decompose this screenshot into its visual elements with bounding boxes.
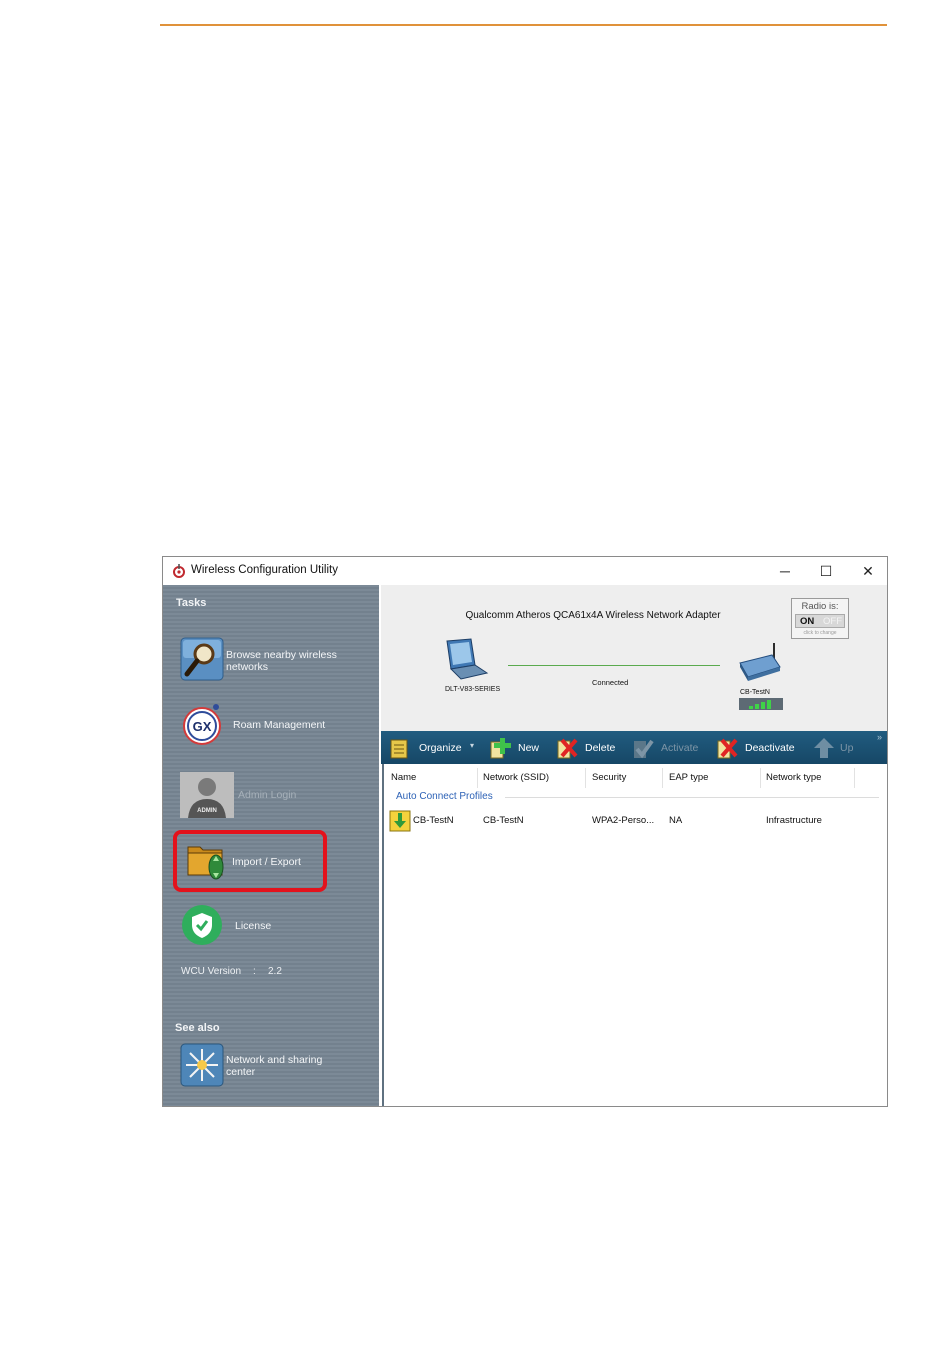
wcu-window: Wireless Configuration Utility ─ ☐ ✕ Tas… <box>162 556 888 1107</box>
deactivate-label: Deactivate <box>745 742 795 754</box>
radio-off: OFF <box>823 616 842 627</box>
tasks-header: Tasks <box>176 597 207 609</box>
column-header-network-type[interactable]: Network type <box>766 772 821 783</box>
radio-on: ON <box>800 616 815 627</box>
delete-button[interactable]: Delete <box>556 736 624 760</box>
profile-active-icon <box>389 810 411 832</box>
network-sharing-label-1: Network and sharing <box>226 1054 323 1066</box>
laptop-label: DLT-V83-SERIES <box>445 686 501 693</box>
up-button[interactable]: Up <box>813 736 863 760</box>
version-value: 2.2 <box>268 966 282 977</box>
column-header-security[interactable]: Security <box>592 772 626 783</box>
profile-list: Name Network (SSID) Security EAP type Ne… <box>382 764 887 1106</box>
column-separator <box>477 768 478 788</box>
profile-toolbar: Organize ▾ New Delete Activate Deactivat… <box>381 731 887 764</box>
laptop-icon <box>446 638 489 680</box>
signal-bar-1 <box>749 706 753 709</box>
organize-dropdown-icon: ▾ <box>470 741 475 750</box>
task-license[interactable]: License <box>180 903 370 951</box>
organize-button[interactable]: Organize ▾ <box>389 736 483 760</box>
delete-label: Delete <box>585 742 616 754</box>
group-auto-connect: Auto Connect Profiles <box>396 791 493 802</box>
magnifier-icon <box>180 637 224 681</box>
network-sharing-icon <box>180 1043 224 1087</box>
up-arrow-icon <box>814 738 834 758</box>
task-roam-label: Roam Management <box>233 719 326 731</box>
task-browse-label-1: Browse nearby wireless <box>226 649 337 661</box>
connection-state: Connected <box>592 678 629 687</box>
new-label: New <box>518 742 540 754</box>
radio-toggle[interactable]: Radio is: ON OFF click to change <box>791 598 849 639</box>
version-separator: : <box>253 966 256 977</box>
column-separator <box>760 768 761 788</box>
activate-label: Activate <box>661 742 699 754</box>
window-title: Wireless Configuration Utility <box>191 564 338 576</box>
row-security: WPA2-Perso... <box>592 815 655 826</box>
minimize-button[interactable]: ─ <box>770 561 800 581</box>
document-top-rule <box>160 24 887 26</box>
activate-button[interactable]: Activate <box>632 736 708 760</box>
adapter-status-area: Qualcomm Atheros QCA61x4A Wireless Netwo… <box>381 585 887 731</box>
row-eap: NA <box>669 815 683 826</box>
signal-strength-icon <box>739 698 783 710</box>
gx-roam-icon: GX <box>183 704 221 745</box>
svg-text:ADMIN: ADMIN <box>197 808 217 814</box>
task-network-sharing[interactable]: Network and sharing center <box>180 1043 370 1091</box>
new-button[interactable]: New <box>489 736 547 760</box>
shield-check-icon <box>182 905 222 945</box>
svg-text:GX: GX <box>193 719 212 734</box>
radio-hint: click to change <box>803 630 837 636</box>
row-network-type: Infrastructure <box>766 815 822 826</box>
maximize-button[interactable]: ☐ <box>811 561 841 581</box>
deactivate-button[interactable]: Deactivate <box>716 736 808 760</box>
task-browse-label-2: networks <box>226 661 269 673</box>
signal-bar-4 <box>767 700 771 709</box>
toolbar-overflow-icon[interactable]: » <box>877 732 882 742</box>
network-sharing-label-2: center <box>226 1066 256 1078</box>
radio-label: Radio is: <box>801 601 839 612</box>
delete-x-icon <box>557 738 578 759</box>
version-label: WCU Version <box>181 966 242 977</box>
up-label: Up <box>840 742 854 754</box>
new-plus-icon <box>490 738 511 759</box>
row-name: CB-TestN <box>413 815 454 826</box>
task-license-label: License <box>235 920 272 932</box>
column-header-name[interactable]: Name <box>391 772 416 783</box>
column-separator <box>854 768 855 788</box>
radio-switch[interactable]: ON OFF <box>795 614 845 628</box>
task-admin-login[interactable]: ADMIN Admin Login <box>180 772 370 820</box>
connection-line <box>508 665 720 666</box>
wcu-version: WCU Version : 2.2 <box>181 966 282 977</box>
task-pane: Tasks Browse nearby wireless networks GX… <box>163 585 379 1106</box>
title-bar[interactable]: Wireless Configuration Utility ─ ☐ ✕ <box>163 557 887 585</box>
see-also-header: See also <box>175 1022 220 1034</box>
router-icon <box>739 643 781 681</box>
organize-label: Organize <box>419 742 462 754</box>
adapter-name: Qualcomm Atheros QCA61x4A Wireless Netwo… <box>465 610 721 621</box>
group-divider <box>505 797 879 798</box>
organize-icon <box>390 739 408 759</box>
column-separator <box>585 768 586 788</box>
signal-bar-3 <box>761 702 765 709</box>
router-label: CB-TestN <box>740 689 770 696</box>
column-header-eap[interactable]: EAP type <box>669 772 708 783</box>
admin-avatar-icon: ADMIN <box>180 772 234 818</box>
row-ssid: CB-TestN <box>483 815 524 826</box>
close-button[interactable]: ✕ <box>853 561 883 581</box>
wifi-app-icon <box>173 564 185 578</box>
task-browse-networks[interactable]: Browse nearby wireless networks <box>180 637 370 685</box>
import-export-highlight <box>173 830 327 892</box>
task-admin-label: Admin Login <box>238 789 297 801</box>
deactivate-x-icon <box>717 738 738 759</box>
activate-check-icon <box>634 739 654 759</box>
signal-bar-2 <box>755 704 759 709</box>
task-roam-management[interactable]: GX Roam Management <box>180 702 370 750</box>
column-header-ssid[interactable]: Network (SSID) <box>483 772 549 783</box>
column-separator <box>662 768 663 788</box>
